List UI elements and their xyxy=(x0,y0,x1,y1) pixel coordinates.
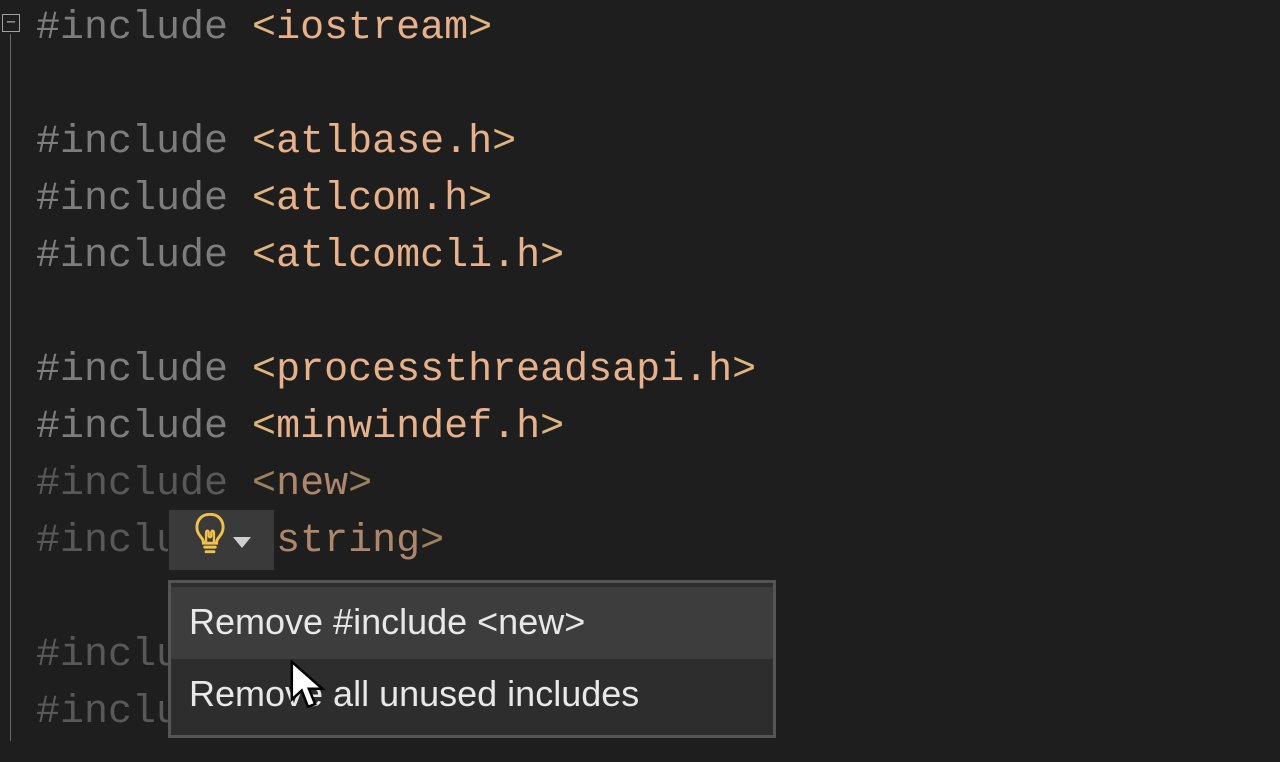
quick-actions-menu: Remove #include <new> Remove all unused … xyxy=(168,580,776,738)
code-line[interactable]: #include <atlcomcli.h> xyxy=(36,228,1280,285)
quickfix-remove-include[interactable]: Remove #include <new> xyxy=(171,587,773,659)
code-line-blank[interactable] xyxy=(36,57,1280,114)
fold-gutter: − xyxy=(0,0,32,741)
lightbulb-icon xyxy=(193,513,227,568)
fold-collapse-icon[interactable]: − xyxy=(2,14,20,32)
code-line[interactable]: #include <iostream> xyxy=(36,0,1280,57)
code-line[interactable]: #include <processthreadsapi.h> xyxy=(36,342,1280,399)
code-line-unused[interactable]: #include <new> xyxy=(36,456,1280,513)
chevron-down-icon xyxy=(233,537,251,548)
quick-actions-button[interactable] xyxy=(168,509,275,571)
code-line-blank[interactable] xyxy=(36,285,1280,342)
quickfix-remove-all-unused[interactable]: Remove all unused includes xyxy=(171,659,773,731)
code-line[interactable]: #include <atlcom.h> xyxy=(36,171,1280,228)
fold-guide-line xyxy=(10,34,11,741)
code-line[interactable]: #include <atlbase.h> xyxy=(36,114,1280,171)
code-line[interactable]: #include <minwindef.h> xyxy=(36,399,1280,456)
